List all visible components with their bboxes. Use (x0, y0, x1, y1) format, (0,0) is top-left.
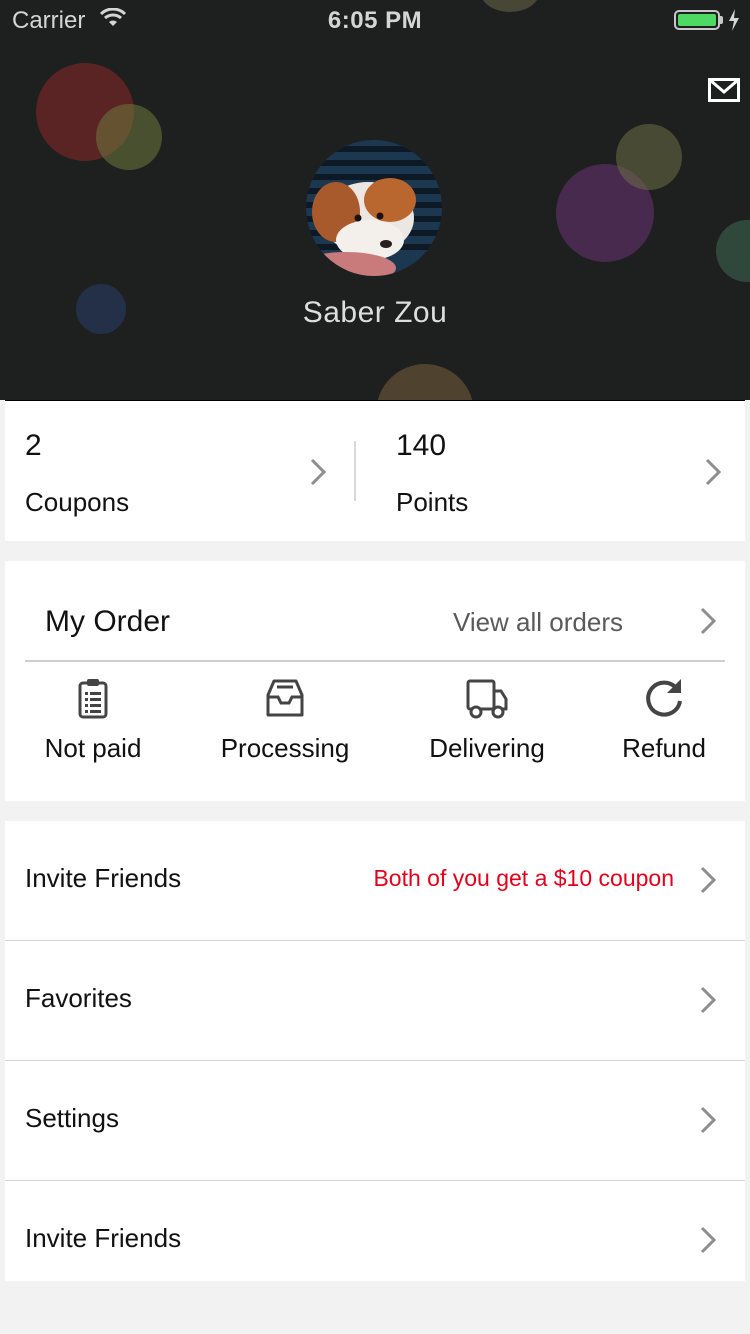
points-label: Points (396, 487, 469, 517)
status-bar: Carrier 6:05 PM (0, 0, 750, 40)
menu-item-invite-friends-2[interactable]: Invite Friends (5, 1181, 745, 1301)
order-status-label: Refund (622, 733, 706, 763)
menu-item-settings[interactable]: Settings (5, 1061, 745, 1181)
points-count: 140 (396, 429, 447, 462)
order-status-processing[interactable]: Processing (205, 677, 365, 787)
stats-card: 2 Coupons 140 Points (5, 400, 745, 541)
menu-item-label: Favorites (25, 983, 132, 1013)
order-status-refund[interactable]: Refund (584, 677, 744, 787)
profile-header: Carrier 6:05 PM Saber Zou (0, 0, 750, 400)
menu-item-label: Settings (25, 1103, 119, 1133)
envelope-icon[interactable] (708, 78, 740, 102)
menu-item-label: Invite Friends (25, 1223, 182, 1253)
menu-item-label: Invite Friends (25, 863, 182, 893)
refresh-icon (646, 679, 682, 717)
avatar-photo (306, 140, 442, 276)
chevron-right-icon (700, 1106, 717, 1134)
my-order-card: My Order View all orders Not paid Proces… (5, 561, 745, 801)
chevron-right-icon (700, 986, 717, 1014)
menu-item-favorites[interactable]: Favorites (5, 941, 745, 1061)
truck-icon (466, 679, 508, 719)
order-divider (25, 660, 725, 662)
battery-tip (720, 16, 723, 24)
view-all-orders-link[interactable]: View all orders (453, 607, 623, 638)
invite-promo-note: Both of you get a $10 coupon (373, 865, 674, 891)
battery-icon (674, 10, 720, 30)
status-time: 6:05 PM (327, 7, 423, 34)
menu-item-invite-friends[interactable]: Invite Friends Both of you get a $10 cou… (5, 821, 745, 941)
user-name: Saber Zou (302, 296, 448, 329)
bokeh-circle (716, 220, 750, 282)
chevron-right-icon[interactable] (699, 606, 717, 636)
order-status-not-paid[interactable]: Not paid (13, 677, 173, 787)
chevron-right-icon (310, 458, 327, 486)
chevron-right-icon (700, 866, 717, 894)
chevron-right-icon (705, 458, 722, 486)
clipboard-icon (78, 679, 108, 719)
coupons-count: 2 (25, 429, 42, 462)
charging-bolt-icon (729, 9, 739, 31)
bokeh-circle (96, 104, 162, 170)
chevron-right-icon (700, 1226, 717, 1254)
avatar[interactable] (306, 140, 442, 276)
order-status-delivering[interactable]: Delivering (407, 677, 567, 787)
coupons-label: Coupons (25, 487, 130, 517)
menu-list: Invite Friends Both of you get a $10 cou… (5, 821, 745, 1281)
order-status-label: Delivering (429, 733, 545, 763)
inbox-icon (266, 679, 304, 717)
bokeh-circle (616, 124, 682, 190)
points-stat[interactable]: 140 Points (356, 401, 745, 541)
coupons-stat[interactable]: 2 Coupons (5, 401, 355, 541)
order-status-label: Processing (220, 733, 350, 763)
battery-level-fill (678, 14, 716, 26)
order-status-label: Not paid (44, 733, 142, 763)
my-order-title: My Order (45, 605, 171, 638)
bokeh-circle (376, 364, 474, 400)
